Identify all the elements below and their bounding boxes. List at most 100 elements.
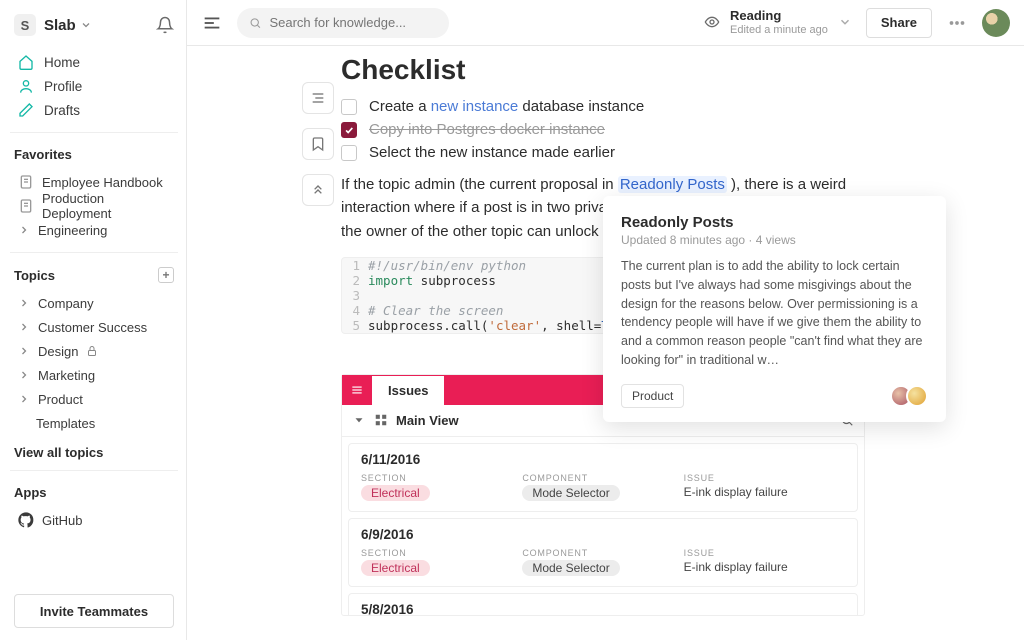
checkbox-checked[interactable] (341, 122, 357, 138)
nav-home-label: Home (44, 55, 80, 70)
avatar (906, 385, 928, 407)
avatar[interactable] (982, 9, 1010, 37)
workspace-logo: S (14, 14, 36, 36)
checkbox[interactable] (341, 145, 357, 161)
invite-teammates-button[interactable]: Invite Teammates (14, 594, 174, 628)
topic-label: Customer Success (38, 320, 147, 335)
topics-heading: Topics + (14, 267, 174, 283)
topic-label: Product (38, 392, 83, 407)
workspace-name[interactable]: Slab (44, 17, 92, 34)
issues-tab[interactable]: Issues (372, 376, 444, 405)
chevron-down-icon (80, 19, 92, 31)
nav-drafts[interactable]: Drafts (14, 98, 174, 122)
more-icon[interactable] (946, 12, 968, 34)
hover-meta: Updated 8 minutes ago · 4 views (621, 233, 928, 247)
issue-date: 6/11/2016 (361, 452, 845, 467)
nav-home[interactable]: Home (14, 50, 174, 74)
issue-date: 5/8/2016 (361, 602, 845, 615)
topic-item-templates[interactable]: Templates (14, 411, 174, 435)
readonly-posts-link[interactable]: Readonly Posts (618, 176, 727, 193)
search-input[interactable] (269, 15, 437, 30)
app-github[interactable]: GitHub (14, 508, 174, 532)
share-button[interactable]: Share (866, 8, 932, 38)
task-text: Create a new instance database instance (369, 98, 644, 115)
issues-view-name[interactable]: Main View (396, 413, 459, 428)
issues-menu-icon[interactable] (342, 383, 372, 397)
grid-icon (374, 413, 388, 427)
issue-card[interactable]: 6/11/2016 SECTIONElectrical COMPONENTMod… (348, 443, 858, 512)
drafts-icon (18, 102, 34, 118)
workspace-switcher[interactable]: S Slab (14, 14, 174, 36)
page-title: Checklist (341, 54, 1007, 86)
favorites-heading: Favorites (14, 147, 174, 162)
add-topic-button[interactable]: + (158, 267, 174, 283)
search-icon (249, 16, 261, 30)
component-badge: Mode Selector (522, 560, 619, 576)
apps-heading: Apps (14, 485, 174, 500)
hover-avatars (896, 385, 928, 407)
lock-icon (86, 345, 98, 357)
section-badge: Electrical (361, 560, 430, 576)
check-icon (344, 125, 354, 135)
chevron-right-icon (18, 297, 30, 309)
status-block[interactable]: Reading Edited a minute ago (704, 9, 852, 35)
chevron-right-icon (18, 393, 30, 405)
profile-icon (18, 78, 34, 94)
issue-card[interactable]: 6/9/2016 SECTIONElectrical COMPONENTMode… (348, 518, 858, 587)
task-row[interactable]: Select the new instance made earlier (341, 144, 1007, 161)
task-link[interactable]: new instance (431, 98, 519, 115)
task-row[interactable]: Copy into Postgres docker instance (341, 121, 1007, 138)
sidebar: S Slab Home Profile Drafts Favorites Emp… (0, 0, 187, 640)
issue-card[interactable]: 5/8/2016 SECTION COMPONENT ISSUE (348, 593, 858, 615)
menu-icon[interactable] (201, 12, 223, 34)
bell-icon[interactable] (156, 16, 174, 34)
doc-icon (18, 174, 34, 190)
chevron-down-icon (838, 15, 852, 29)
topic-item-marketing[interactable]: Marketing (14, 363, 174, 387)
task-text: Copy into Postgres docker instance (369, 121, 605, 138)
favorite-item[interactable]: Engineering (14, 218, 174, 242)
favorite-label: Engineering (38, 223, 107, 238)
search-bar[interactable] (237, 8, 449, 38)
issue-value: E-ink display failure (684, 560, 845, 574)
chevron-right-icon (18, 369, 30, 381)
topic-label: Marketing (38, 368, 95, 383)
checkbox[interactable] (341, 99, 357, 115)
github-icon (18, 512, 34, 528)
issue-date: 6/9/2016 (361, 527, 845, 542)
view-all-topics[interactable]: View all topics (14, 445, 174, 460)
app-label: GitHub (42, 513, 82, 528)
topic-item-cs[interactable]: Customer Success (14, 315, 174, 339)
status-label: Reading (730, 9, 828, 23)
task-row[interactable]: Create a new instance database instance (341, 98, 1007, 115)
caret-down-icon[interactable] (352, 413, 366, 427)
primary-nav: Home Profile Drafts (14, 50, 174, 122)
home-icon (18, 54, 34, 70)
task-text: Select the new instance made earlier (369, 144, 615, 161)
topic-item-product[interactable]: Product (14, 387, 174, 411)
topic-item-company[interactable]: Company (14, 291, 174, 315)
favorite-label: Employee Handbook (42, 175, 163, 190)
issues-body[interactable]: 6/11/2016 SECTIONElectrical COMPONENTMod… (342, 437, 864, 615)
main-column: Reading Edited a minute ago Share Checkl… (187, 0, 1024, 640)
nav-profile-label: Profile (44, 79, 82, 94)
doc-icon (18, 198, 34, 214)
chevron-right-icon (18, 345, 30, 357)
topic-label: Templates (36, 416, 95, 431)
chevron-right-icon (18, 224, 30, 236)
hover-body: The current plan is to add the ability t… (621, 257, 928, 370)
hover-title: Readonly Posts (621, 214, 928, 231)
eye-icon (704, 14, 720, 30)
section-badge: Electrical (361, 485, 430, 501)
status-sub: Edited a minute ago (730, 24, 828, 36)
nav-profile[interactable]: Profile (14, 74, 174, 98)
chevron-right-icon (18, 321, 30, 333)
hover-tag[interactable]: Product (621, 384, 684, 408)
document-area: Checklist Create a new instance database… (187, 46, 1024, 640)
topbar: Reading Edited a minute ago Share (187, 0, 1024, 46)
document: Checklist Create a new instance database… (187, 46, 1007, 640)
issue-value: E-ink display failure (684, 485, 845, 499)
topic-item-design[interactable]: Design (14, 339, 174, 363)
nav-drafts-label: Drafts (44, 103, 80, 118)
favorite-item[interactable]: Production Deployment (14, 194, 174, 218)
